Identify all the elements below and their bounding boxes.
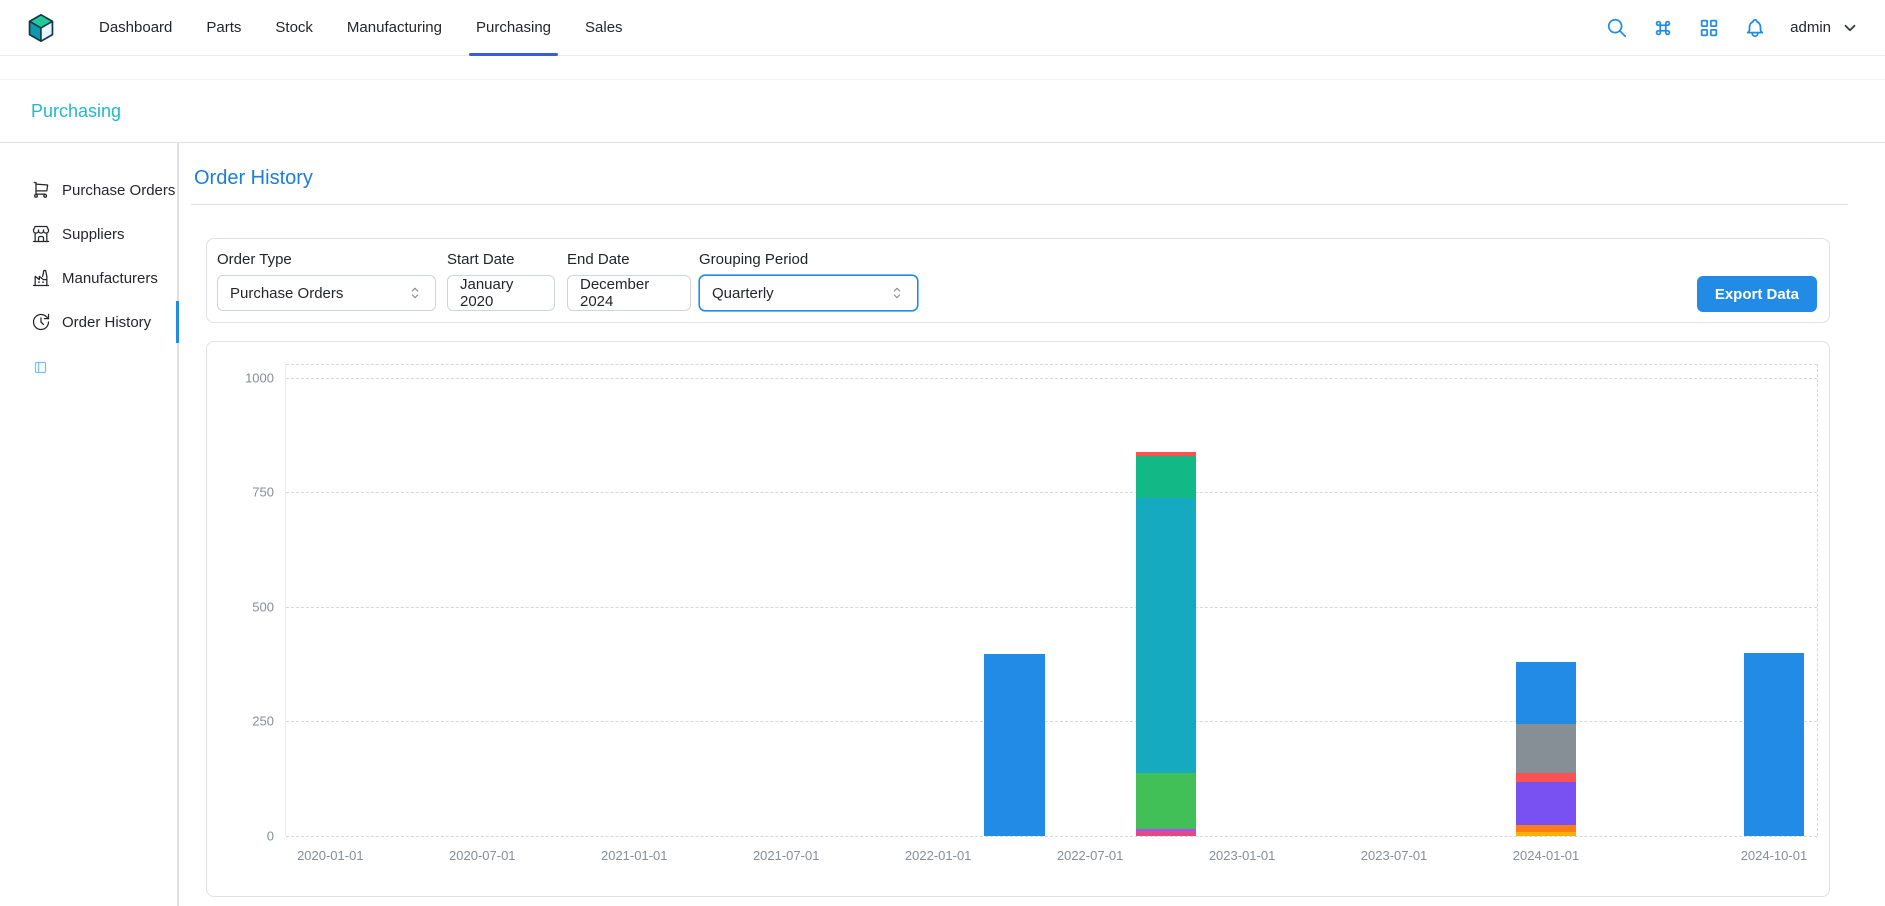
y-axis-tick-label: 1000 [245, 370, 274, 385]
x-axis-tick-label: 2024-01-01 [1513, 848, 1580, 863]
breadcrumb-bar: Purchasing [0, 79, 1885, 143]
sidebar-item-order-history[interactable]: Order History [0, 300, 177, 344]
start-date-value: January 2020 [460, 276, 542, 310]
command-icon[interactable] [1652, 17, 1674, 39]
grouping-period-label: Grouping Period [699, 251, 918, 268]
gridline [286, 721, 1817, 722]
order-type-select[interactable]: Purchase Orders [217, 275, 436, 311]
apps-grid-icon[interactable] [1698, 17, 1720, 39]
filter-panel: Order Type Purchase Orders Start Date Ja… [206, 238, 1830, 323]
breadcrumb-purchasing[interactable]: Purchasing [31, 101, 121, 122]
bar-segment[interactable] [1516, 825, 1577, 832]
x-axis-tick-label: 2021-01-01 [601, 848, 668, 863]
shopping-cart-icon [31, 180, 51, 200]
sidebar-item-purchase-orders[interactable]: Purchase Orders [0, 168, 177, 212]
main-panel: Order History Order Type Purchase Orders… [179, 143, 1885, 906]
collapse-sidebar-icon[interactable] [0, 360, 177, 375]
grouping-period-field: Grouping Period Quarterly [699, 251, 918, 311]
y-axis-tick-label: 500 [252, 599, 274, 614]
order-type-value: Purchase Orders [230, 285, 343, 302]
bar-segment[interactable] [1136, 456, 1197, 498]
order-type-field: Order Type Purchase Orders [217, 251, 436, 311]
x-axis-tick-label: 2020-07-01 [449, 848, 516, 863]
bar-segment[interactable] [1136, 773, 1197, 829]
chart-plot: 025050075010002020-01-012020-07-012021-0… [285, 364, 1818, 836]
y-axis-tick-label: 0 [267, 829, 274, 844]
bar-segment[interactable] [1516, 832, 1577, 836]
x-axis-tick-label: 2021-07-01 [753, 848, 820, 863]
end-date-field: End Date December 2024 [567, 251, 691, 311]
grouping-period-select[interactable]: Quarterly [699, 275, 918, 311]
tab-sales[interactable]: Sales [568, 0, 640, 56]
x-axis-tick-label: 2023-01-01 [1209, 848, 1276, 863]
start-date-input[interactable]: January 2020 [447, 275, 555, 311]
sidebar-item-suppliers[interactable]: Suppliers [0, 212, 177, 256]
x-axis-tick-label: 2020-01-01 [297, 848, 364, 863]
gridline [286, 607, 1817, 608]
factory-icon [31, 268, 51, 288]
bar-segment[interactable] [1136, 498, 1197, 772]
navbar-actions: admin [1606, 17, 1859, 39]
selector-icon [407, 285, 423, 301]
gridline [286, 836, 1817, 837]
main-nav-tabs: DashboardPartsStockManufacturingPurchasi… [82, 0, 640, 56]
x-axis-tick-label: 2024-10-01 [1741, 848, 1808, 863]
bar-segment[interactable] [1516, 724, 1577, 773]
gridline [286, 378, 1817, 379]
gridline [286, 492, 1817, 493]
stacked-bar-2022-04-01[interactable] [984, 654, 1045, 836]
sidebar-item-label: Purchase Orders [62, 182, 175, 199]
grouping-period-value: Quarterly [712, 285, 774, 302]
tab-stock[interactable]: Stock [258, 0, 330, 56]
building-store-icon [31, 224, 51, 244]
history-icon [31, 312, 51, 332]
username: admin [1790, 19, 1831, 36]
tab-parts[interactable]: Parts [189, 0, 258, 56]
selector-icon [889, 285, 905, 301]
end-date-input[interactable]: December 2024 [567, 275, 691, 311]
sidebar-item-label: Suppliers [62, 226, 125, 243]
x-axis-tick-label: 2023-07-01 [1361, 848, 1428, 863]
chevron-down-icon [1841, 19, 1859, 37]
bar-segment[interactable] [1516, 782, 1577, 825]
export-data-button[interactable]: Export Data [1697, 276, 1817, 312]
bar-segment[interactable] [1136, 832, 1197, 836]
tab-manufacturing[interactable]: Manufacturing [330, 0, 459, 56]
page-title: Order History [194, 167, 1848, 190]
start-date-label: Start Date [447, 251, 555, 268]
y-axis-tick-label: 250 [252, 714, 274, 729]
chart-card: 0 250 500 750 1000 2020-01-01 2020-07-01 2021-0… [206, 341, 1830, 897]
stacked-bar-2024-10-01[interactable] [1744, 653, 1805, 836]
y-axis-tick-label: 750 [252, 485, 274, 500]
start-date-field: Start Date January 2020 [447, 251, 555, 311]
content: Purchase Orders Suppliers Manufacturers Ord… [0, 143, 1885, 906]
tab-purchasing[interactable]: Purchasing [459, 0, 568, 56]
sidebar-item-label: Manufacturers [62, 270, 158, 287]
bar-segment[interactable] [1516, 773, 1577, 782]
notifications-bell-icon[interactable] [1744, 17, 1766, 39]
bar-segment[interactable] [1744, 653, 1805, 836]
x-axis-tick-label: 2022-01-01 [905, 848, 972, 863]
sidebar: Purchase Orders Suppliers Manufacturers Ord… [0, 143, 179, 906]
bar-segment[interactable] [1516, 662, 1577, 724]
end-date-label: End Date [567, 251, 691, 268]
sidebar-item-manufacturers[interactable]: Manufacturers [0, 256, 177, 300]
page: DashboardPartsStockManufacturingPurchasi… [0, 0, 1885, 906]
stacked-bar-2022-10-01[interactable] [1136, 452, 1197, 836]
gridline [286, 364, 1817, 365]
title-divider [191, 204, 1848, 205]
order-type-label: Order Type [217, 251, 436, 268]
user-menu[interactable]: admin [1790, 19, 1859, 37]
app-logo [26, 13, 56, 43]
search-icon[interactable] [1606, 17, 1628, 39]
bar-segment[interactable] [984, 654, 1045, 836]
tab-dashboard[interactable]: Dashboard [82, 0, 189, 56]
sidebar-item-label: Order History [62, 314, 151, 331]
stacked-bar-2024-01-01[interactable] [1516, 662, 1577, 836]
x-axis-tick-label: 2022-07-01 [1057, 848, 1124, 863]
end-date-value: December 2024 [580, 276, 678, 310]
top-navbar: DashboardPartsStockManufacturingPurchasi… [0, 0, 1885, 56]
